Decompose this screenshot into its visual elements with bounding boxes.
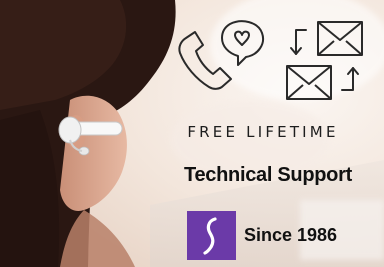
phone-icon	[178, 31, 232, 90]
subheadline-technical-support: Technical Support	[184, 164, 352, 186]
exchange-arrows-icon	[290, 29, 359, 91]
headline-free-lifetime: FREE LIFETIME	[187, 123, 339, 141]
envelope-icon	[317, 21, 363, 56]
envelope-icon	[286, 65, 332, 100]
heart-speech-bubble-icon	[221, 20, 264, 66]
support-promo-banner: FREE LIFETIME Technical Support Since 19…	[0, 0, 384, 267]
brand-logo	[187, 211, 236, 260]
brand-logo-icon	[203, 217, 217, 255]
since-year-text: Since 1986	[244, 225, 338, 245]
